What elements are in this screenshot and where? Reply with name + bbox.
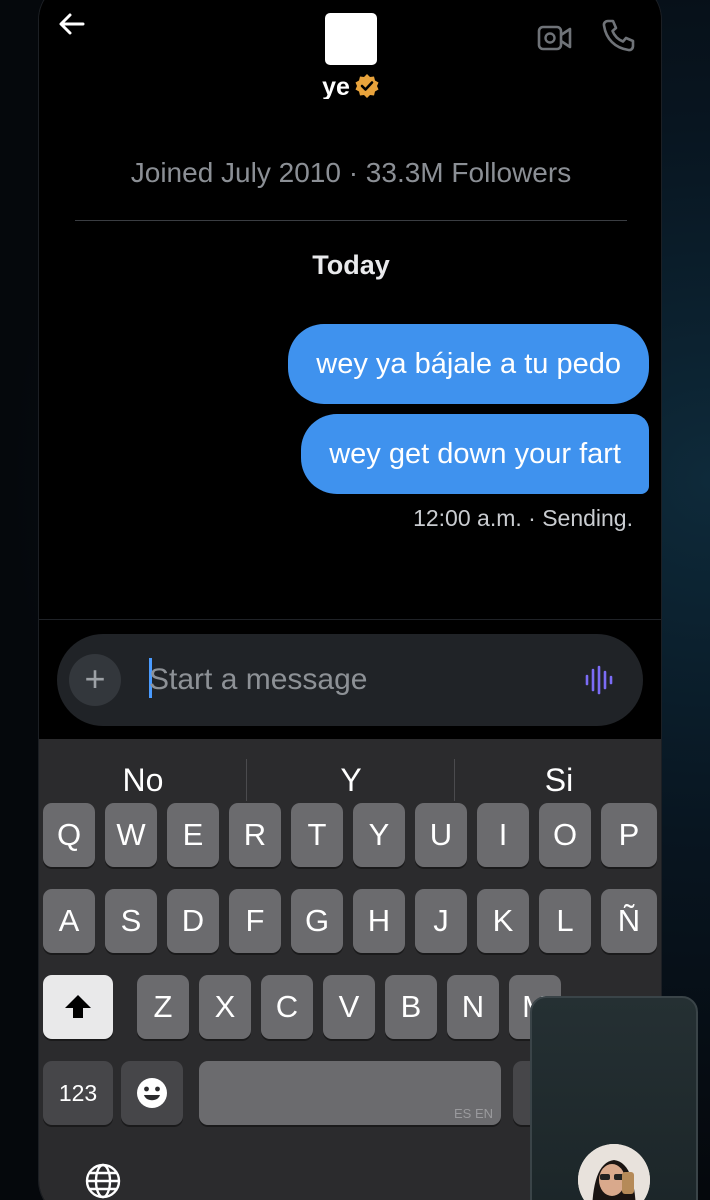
caller-avatar — [578, 1144, 650, 1200]
key-k[interactable]: K — [477, 889, 529, 953]
globe-icon — [85, 1163, 121, 1199]
key-z[interactable]: Z — [137, 975, 189, 1039]
key-c[interactable]: C — [261, 975, 313, 1039]
emoji-key[interactable] — [121, 1061, 183, 1125]
profile-avatar[interactable] — [325, 13, 377, 65]
arrow-left-icon — [59, 13, 85, 35]
key-y[interactable]: Y — [353, 803, 405, 867]
add-media-button[interactable]: + — [69, 654, 121, 706]
key-n[interactable]: N — [447, 975, 499, 1039]
key-l[interactable]: L — [539, 889, 591, 953]
back-button[interactable] — [55, 7, 89, 41]
key-e[interactable]: E — [167, 803, 219, 867]
picture-in-picture-window[interactable] — [530, 996, 698, 1200]
message-status: 12:00 a.m. · Sending. — [413, 505, 633, 531]
date-separator: Today — [312, 250, 390, 280]
phone-icon — [602, 19, 635, 52]
key-i[interactable]: I — [477, 803, 529, 867]
conversation[interactable]: Joined July 2010 · 33.3M Followers Today… — [39, 99, 661, 599]
emoji-icon — [137, 1078, 167, 1108]
key-v[interactable]: V — [323, 975, 375, 1039]
key-b[interactable]: B — [385, 975, 437, 1039]
message-bubble[interactable]: wey get down your fart — [301, 414, 649, 494]
voice-wave-icon — [585, 665, 613, 695]
key-h[interactable]: H — [353, 889, 405, 953]
key-r[interactable]: R — [229, 803, 281, 867]
dm-header: ye — [39, 1, 661, 101]
key-s[interactable]: S — [105, 889, 157, 953]
divider — [75, 220, 627, 221]
key-t[interactable]: T — [291, 803, 343, 867]
numbers-key[interactable]: 123 — [43, 1061, 113, 1125]
key-p[interactable]: P — [601, 803, 657, 867]
key-w[interactable]: W — [105, 803, 157, 867]
username: ye — [322, 73, 350, 101]
space-key[interactable]: ES EN — [199, 1061, 501, 1125]
message-bubble[interactable]: wey ya bájale a tu pedo — [288, 324, 649, 404]
voice-message-button[interactable] — [583, 664, 615, 696]
compose-box: + — [57, 634, 643, 726]
key-q[interactable]: Q — [43, 803, 95, 867]
message-input[interactable] — [149, 654, 549, 706]
key-u[interactable]: U — [415, 803, 467, 867]
key-g[interactable]: G — [291, 889, 343, 953]
video-call-icon — [537, 25, 572, 51]
key-n-tilde[interactable]: Ñ — [601, 889, 657, 953]
shift-icon — [65, 995, 91, 1018]
key-j[interactable]: J — [415, 889, 467, 953]
key-x[interactable]: X — [199, 975, 251, 1039]
key-d[interactable]: D — [167, 889, 219, 953]
space-language-label: ES EN — [453, 1106, 493, 1121]
globe-button[interactable] — [83, 1161, 123, 1200]
voice-call-button[interactable] — [599, 17, 637, 55]
key-o[interactable]: O — [539, 803, 591, 867]
video-call-button[interactable] — [537, 23, 573, 53]
key-f[interactable]: F — [229, 889, 281, 953]
compose-bar: + — [39, 619, 661, 739]
key-a[interactable]: A — [43, 889, 95, 953]
shift-key[interactable] — [43, 975, 113, 1039]
profile-meta: Joined July 2010 · 33.3M Followers — [130, 157, 572, 188]
